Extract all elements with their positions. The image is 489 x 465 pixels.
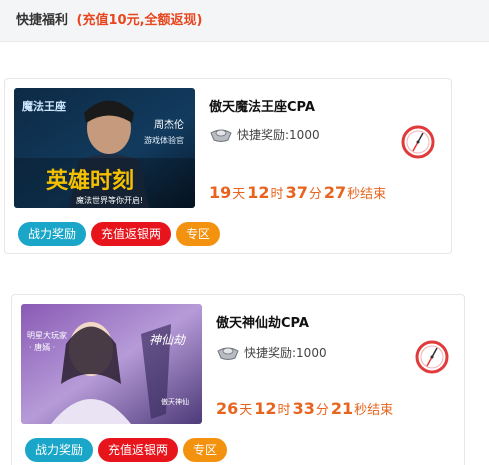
tag-list: 战力奖励 充值返银两 专区 (18, 222, 221, 246)
banner-role: 游戏体验官 (144, 135, 184, 145)
offer-card[interactable]: 明星大玩家 · 唐嫣 · 神仙劫 傲天神仙 傲天神仙劫CPA 快捷奖励:1000… (11, 294, 465, 465)
reward-label: 快捷奖励:1000 (237, 127, 320, 142)
compass-clock-icon (401, 125, 435, 159)
countdown-minutes: 37 (285, 183, 308, 202)
banner-star: 周杰伦 (154, 118, 184, 131)
tag-zone[interactable]: 专区 (176, 222, 221, 246)
game-name[interactable]: 傲天神仙劫CPA (216, 312, 309, 331)
banner-tagline: 傲天神仙 (161, 397, 189, 406)
countdown-seconds: 21 (330, 399, 354, 418)
game-name[interactable]: 傲天魔法王座CPA (209, 96, 315, 115)
tag-power-reward[interactable]: 战力奖励 (18, 222, 87, 246)
tag-list: 战力奖励 充值返银两 专区 (25, 438, 228, 462)
banner-slogan: 英雄时刻 (46, 168, 134, 194)
tag-power-reward[interactable]: 战力奖励 (25, 438, 94, 462)
banner-caption1: 明星大玩家 (27, 330, 67, 340)
countdown-seconds: 27 (323, 183, 347, 202)
countdown-minutes: 33 (292, 399, 315, 418)
banner-caption2: · 唐嫣 · (29, 342, 55, 352)
countdown: 19 天 12 时 37 分 27 秒结束 (209, 183, 387, 202)
countdown: 26 天 12 时 33 分 21 秒结束 (216, 399, 394, 418)
offer-card[interactable]: 魔法王座 周杰伦 游戏体验官 英雄时刻 魔法世界等你开启! 傲天魔法王座CPA … (4, 78, 452, 254)
game-banner[interactable]: 魔法王座 周杰伦 游戏体验官 英雄时刻 魔法世界等你开启! (14, 88, 195, 208)
banner-logo: 魔法王座 (22, 99, 66, 113)
tag-zone[interactable]: 专区 (183, 438, 228, 462)
countdown-hours: 12 (254, 399, 277, 418)
banner-tagline: 魔法世界等你开启! (76, 195, 143, 205)
section-title: 快捷福利 (16, 13, 69, 28)
reward-info: 快捷奖励:1000 (209, 124, 320, 144)
section-subtitle: (充值10元,全额返现) (76, 13, 203, 28)
section-header: 快捷福利 (充值10元,全额返现) (0, 0, 489, 42)
countdown-days: 26 (216, 399, 239, 418)
reward-label: 快捷奖励:1000 (244, 345, 327, 360)
silver-ingot-icon (210, 129, 232, 142)
countdown-days: 19 (209, 183, 232, 202)
tag-recharge-rebate[interactable]: 充值返银两 (91, 222, 172, 246)
countdown-hours: 12 (247, 183, 270, 202)
game-banner[interactable]: 明星大玩家 · 唐嫣 · 神仙劫 傲天神仙 (21, 304, 202, 424)
reward-info: 快捷奖励:1000 (216, 342, 327, 362)
tag-recharge-rebate[interactable]: 充值返银两 (98, 438, 179, 462)
silver-ingot-icon (217, 347, 239, 360)
banner-logo: 神仙劫 (149, 333, 187, 347)
compass-clock-icon (415, 340, 449, 374)
